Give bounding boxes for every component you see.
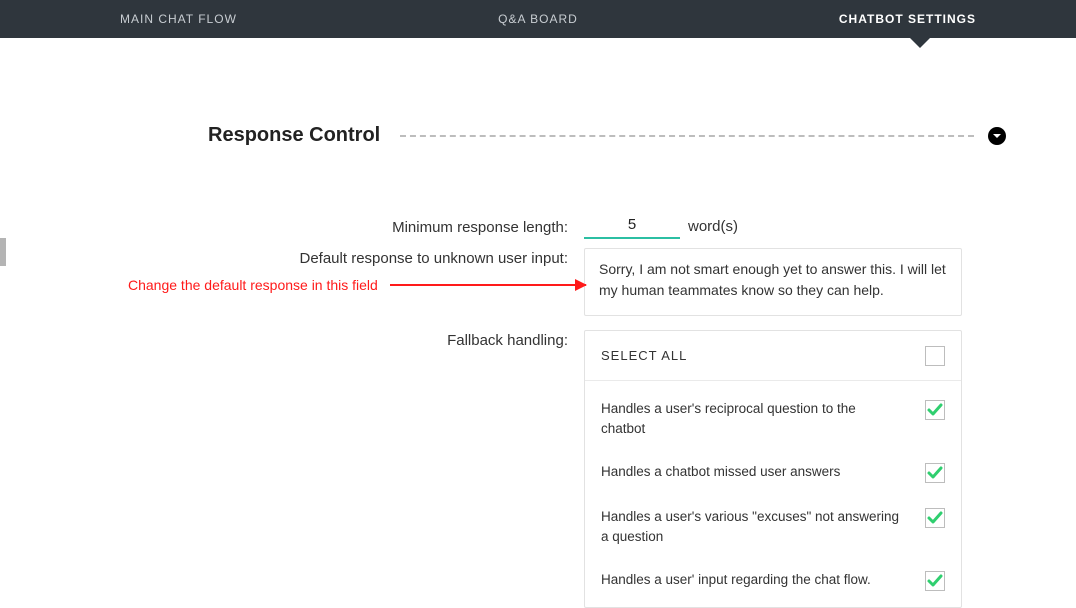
- top-nav: MAIN CHAT FLOW Q&A BOARD CHATBOT SETTING…: [0, 0, 1076, 38]
- section-header: Response Control: [208, 124, 1006, 147]
- fallback-item-checkbox[interactable]: [925, 508, 945, 528]
- check-icon: [926, 464, 944, 482]
- annotation-callout: Change the default response in this fiel…: [128, 277, 586, 293]
- annotation-arrow-icon: [390, 284, 586, 286]
- fallback-item-checkbox[interactable]: [925, 571, 945, 591]
- fallback-item-label: Handles a user's various "excuses" not a…: [601, 507, 901, 546]
- fallback-item: Handles a user' input regarding the chat…: [601, 558, 945, 603]
- default-response-wrap: [584, 248, 962, 316]
- fallback-item-label: Handles a user's reciprocal question to …: [601, 399, 901, 438]
- fallback-list: Handles a user's reciprocal question to …: [585, 381, 961, 607]
- fallback-panel: SELECT ALL Handles a user's reciprocal q…: [584, 330, 962, 608]
- check-icon: [926, 509, 944, 527]
- settings-content: Response Control Minimum response length…: [0, 38, 1076, 86]
- tab-chatbot-settings[interactable]: CHATBOT SETTINGS: [839, 12, 976, 26]
- min-length-input[interactable]: [584, 214, 680, 239]
- fallback-item-checkbox[interactable]: [925, 463, 945, 483]
- min-length-label: Minimum response length:: [0, 217, 584, 236]
- select-all-label: SELECT ALL: [601, 348, 687, 363]
- check-icon: [926, 572, 944, 590]
- chevron-down-icon: [992, 131, 1002, 141]
- row-min-response-length: Minimum response length: word(s): [0, 214, 1006, 239]
- fallback-item-checkbox[interactable]: [925, 400, 945, 420]
- select-all-checkbox[interactable]: [925, 346, 945, 366]
- section-divider: [400, 135, 974, 137]
- tab-qa-board[interactable]: Q&A BOARD: [498, 12, 578, 26]
- collapse-toggle[interactable]: [988, 127, 1006, 145]
- section-title: Response Control: [208, 124, 380, 147]
- min-length-unit: word(s): [688, 218, 738, 235]
- fallback-select-all-row: SELECT ALL: [585, 331, 961, 381]
- tab-main-chat-flow[interactable]: MAIN CHAT FLOW: [120, 12, 237, 26]
- check-icon: [926, 401, 944, 419]
- fallback-item-label: Handles a user' input regarding the chat…: [601, 570, 871, 590]
- annotation-text: Change the default response in this fiel…: [128, 277, 378, 293]
- row-fallback-handling: Fallback handling: SELECT ALL Handles a …: [0, 330, 1006, 608]
- fallback-item: Handles a user's reciprocal question to …: [601, 387, 945, 450]
- fallback-label: Fallback handling:: [0, 330, 584, 349]
- fallback-item-label: Handles a chatbot missed user answers: [601, 462, 840, 482]
- default-response-input[interactable]: [599, 259, 947, 316]
- fallback-item: Handles a chatbot missed user answers: [601, 450, 945, 495]
- default-response-label: Default response to unknown user input:: [0, 248, 584, 267]
- fallback-item: Handles a user's various "excuses" not a…: [601, 495, 945, 558]
